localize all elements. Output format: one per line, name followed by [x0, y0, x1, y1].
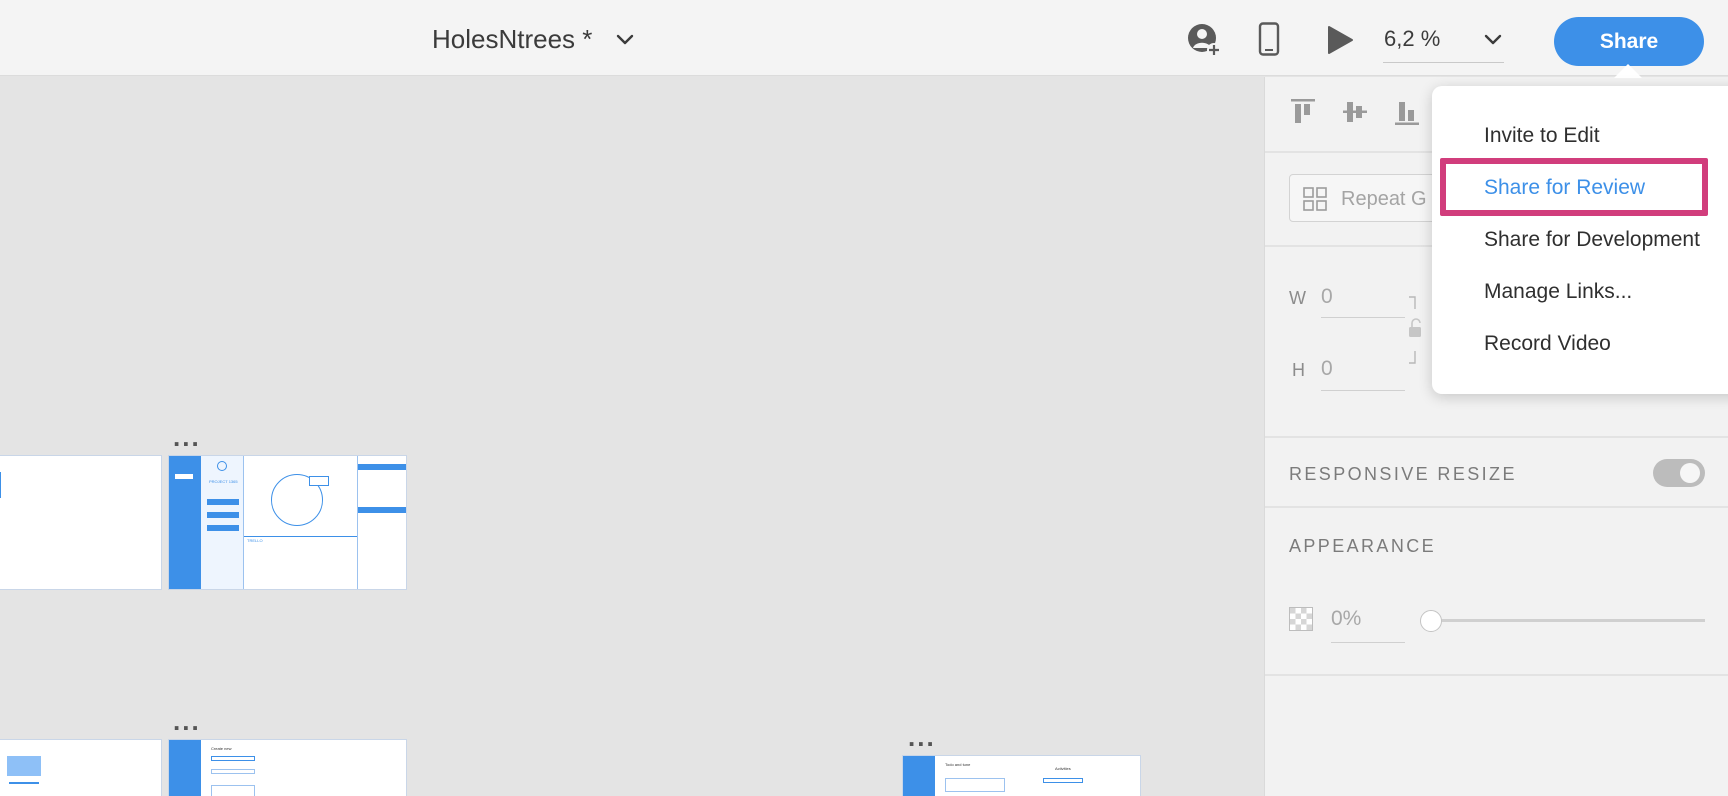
width-label: W [1289, 288, 1306, 308]
height-underline [1321, 390, 1405, 391]
chevron-down-icon[interactable] [1482, 28, 1504, 50]
artboard-callout [309, 476, 329, 486]
menu-item-manage-links[interactable]: Manage Links... [1484, 280, 1632, 304]
opacity-slider-track[interactable] [1431, 619, 1705, 622]
more-horizontal-icon[interactable]: ... [173, 424, 201, 450]
opacity-slider-thumb[interactable] [1420, 610, 1442, 632]
artboard-button [207, 499, 239, 505]
artboard-column-header [358, 507, 406, 513]
artboard-create-title: Create new [211, 746, 232, 751]
artboard-sidebar [169, 740, 201, 796]
artboard-thumbnail[interactable]: PROJECT 1365 TRELLO [168, 455, 407, 590]
artboard-thumbnail[interactable] [0, 455, 162, 590]
artboard-input [211, 769, 255, 774]
width-underline [1321, 317, 1405, 318]
artboard-sidebar [903, 756, 935, 796]
panel-divider [1265, 674, 1728, 676]
play-icon[interactable] [1326, 25, 1354, 55]
artboard-project-title: PROJECT 1365 [209, 479, 238, 484]
artboard-thumbnail[interactable]: Create new [168, 739, 407, 796]
artboard-list-panel [201, 456, 244, 589]
height-input[interactable]: 0 [1321, 357, 1333, 381]
share-menu: Invite to Edit Share for Review Share fo… [1432, 86, 1728, 394]
design-canvas[interactable]: ... PROJECT 1365 TRELLO ... Create new .… [0, 77, 1264, 796]
artboard-text-line [9, 782, 39, 784]
menu-item-record-video[interactable]: Record Video [1484, 332, 1611, 356]
artboard-box [945, 778, 1005, 792]
menu-item-invite-to-edit[interactable]: Invite to Edit [1484, 124, 1600, 148]
share-button[interactable]: Share [1554, 17, 1704, 66]
appearance-label: APPEARANCE [1289, 536, 1437, 556]
panel-divider [1265, 506, 1728, 508]
artboard-accent [0, 472, 1, 498]
menu-item-share-for-development[interactable]: Share for Development [1484, 228, 1700, 252]
responsive-resize-label: RESPONSIVE RESIZE [1289, 464, 1517, 484]
artboard-nav-chip [175, 474, 193, 479]
grid-icon [1303, 187, 1327, 211]
opacity-checker-icon [1289, 607, 1313, 631]
artboard-column [357, 456, 406, 589]
align-middle-icon[interactable] [1341, 97, 1369, 127]
artboard-divider [244, 536, 357, 537]
align-bottom-icon[interactable] [1393, 97, 1421, 127]
panel-divider [1265, 436, 1728, 438]
artboard-box [1043, 778, 1083, 783]
artboard-activities-title: Activities [1055, 766, 1071, 771]
menu-item-share-for-review[interactable]: Share for Review [1484, 176, 1645, 200]
artboard-thumbnail[interactable] [0, 739, 162, 796]
user-add-icon[interactable] [1186, 22, 1222, 58]
artboard-textarea [211, 785, 255, 796]
mobile-device-icon[interactable] [1258, 22, 1280, 56]
artboard-avatar [217, 461, 227, 471]
artboard-button [207, 512, 239, 518]
opacity-underline [1331, 642, 1405, 643]
toggle-knob [1680, 463, 1700, 483]
responsive-resize-toggle[interactable] [1653, 459, 1705, 487]
share-menu-caret [1614, 64, 1642, 78]
zoom-level[interactable]: 6,2 % [1384, 26, 1440, 52]
width-input[interactable]: 0 [1321, 285, 1333, 309]
artboard-card [7, 756, 41, 776]
artboard-todo-title: Todo and tune [945, 762, 971, 767]
height-label: H [1292, 360, 1305, 380]
top-toolbar: HolesNtrees * 6,2 % Share [0, 0, 1728, 76]
lock-open-icon[interactable] [1405, 295, 1425, 365]
artboard-button [207, 525, 239, 531]
artboard-input [211, 756, 255, 761]
chevron-down-icon[interactable] [612, 28, 638, 50]
more-horizontal-icon[interactable]: ... [173, 708, 201, 734]
artboard-thumbnail[interactable]: Todo and tune Activities [902, 755, 1141, 796]
artboard-column-header [358, 464, 406, 470]
more-horizontal-icon[interactable]: ... [908, 724, 936, 750]
repeat-grid-label: Repeat G [1341, 188, 1427, 210]
zoom-underline [1383, 62, 1504, 63]
align-top-icon[interactable] [1289, 97, 1317, 127]
opacity-input[interactable]: 0% [1331, 607, 1361, 631]
document-title[interactable]: HolesNtrees * [432, 24, 592, 55]
artboard-trello-label: TRELLO [247, 538, 263, 543]
